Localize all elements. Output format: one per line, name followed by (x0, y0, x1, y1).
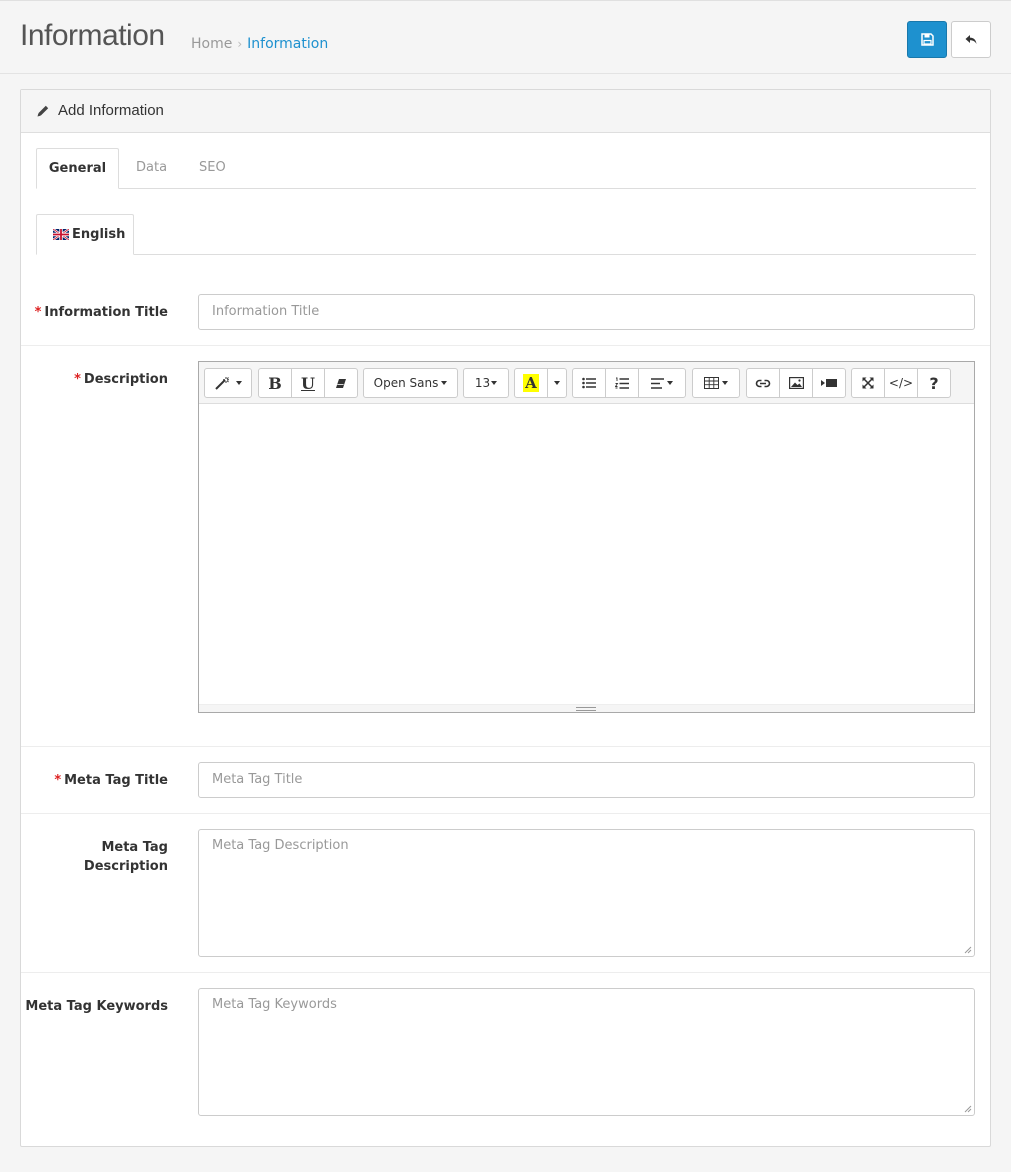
ordered-list-icon (615, 377, 629, 389)
page-header: Information Home › Information (0, 0, 1011, 74)
tab-data[interactable]: Data (136, 148, 167, 189)
resize-grip-icon (576, 707, 596, 711)
meta-description-textarea[interactable]: Meta Tag Description (198, 829, 975, 957)
add-information-panel: Add Information General Data SEO English… (20, 89, 991, 1147)
save-button[interactable] (907, 21, 947, 58)
table-icon (704, 377, 719, 389)
meta-title-form-group: * Meta Tag Title Meta Tag Title (21, 747, 990, 814)
toolbar-table-group (692, 368, 740, 398)
video-icon (821, 379, 837, 387)
required-marker: * (34, 305, 42, 320)
insert-link-button[interactable] (746, 368, 780, 398)
tab-language-english[interactable]: English (36, 214, 134, 255)
toolbar-font-group: B U (258, 368, 358, 398)
insert-image-button[interactable] (779, 368, 813, 398)
help-button[interactable]: ? (917, 368, 951, 398)
paragraph-align-dropdown[interactable] (638, 368, 686, 398)
tab-seo[interactable]: SEO (199, 148, 229, 189)
breadcrumb-current-link[interactable]: Information (247, 36, 328, 52)
reply-arrow-icon (965, 35, 977, 44)
toolbar-para-group (572, 368, 686, 398)
back-button[interactable] (951, 21, 991, 58)
editor-resize-bar[interactable] (199, 704, 974, 712)
tab-general[interactable]: General (36, 148, 119, 189)
toolbar-style-group (204, 368, 252, 398)
information-title-input[interactable]: Information Title (198, 294, 975, 330)
uk-flag-icon (53, 229, 69, 240)
resize-grip-icon[interactable] (963, 945, 972, 954)
underline-button[interactable]: U (291, 368, 325, 398)
bold-button[interactable]: B (258, 368, 292, 398)
fullscreen-icon (862, 377, 874, 389)
link-icon (755, 379, 771, 387)
code-view-button[interactable]: </> (884, 368, 918, 398)
editor-toolbar: B U Open Sans 13 A </> ? (199, 362, 974, 404)
font-size-dropdown[interactable]: 13 (463, 368, 509, 398)
panel-title: Add Information (58, 102, 164, 119)
meta-keywords-textarea[interactable]: Meta Tag Keywords (198, 988, 975, 1116)
meta-description-label: Meta Tag Description (83, 840, 168, 874)
breadcrumb-home-link[interactable]: Home (191, 36, 232, 52)
meta-title-label: * Meta Tag Title (54, 773, 168, 788)
font-color-button[interactable]: A (514, 368, 548, 398)
main-tabs: General Data SEO (36, 148, 976, 189)
fullscreen-button[interactable] (851, 368, 885, 398)
toolbar-view-group: </> ? (851, 368, 951, 398)
toolbar-insert-group (746, 368, 846, 398)
insert-video-button[interactable] (812, 368, 846, 398)
meta-description-placeholder: Meta Tag Description (212, 838, 349, 853)
clear-format-button[interactable] (324, 368, 358, 398)
toolbar-color-group: A (514, 368, 567, 398)
picture-icon (788, 377, 804, 389)
font-family-dropdown[interactable]: Open Sans (363, 368, 458, 398)
page-title: Information (20, 19, 165, 52)
description-editor: B U Open Sans 13 A </> ? (198, 361, 975, 713)
panel-heading: Add Information (21, 90, 990, 133)
unordered-list-button[interactable] (572, 368, 606, 398)
meta-title-input[interactable]: Meta Tag Title (198, 762, 975, 798)
eraser-icon (336, 378, 346, 388)
font-color-dropdown[interactable] (547, 368, 567, 398)
meta-description-form-group: Meta Tag Description Meta Tag Descriptio… (21, 814, 990, 973)
resize-grip-icon[interactable] (963, 1104, 972, 1113)
required-marker: * (54, 773, 62, 788)
style-button[interactable] (204, 368, 252, 398)
align-left-icon (651, 377, 664, 389)
title-form-group: * Information Title Information Title (21, 279, 990, 346)
description-form-group: * Description B U Open Sans 13 A </> ? (21, 346, 990, 747)
language-tabs: English (36, 214, 976, 255)
breadcrumb-separator: › (237, 37, 243, 51)
language-label: English (72, 227, 126, 242)
pencil-icon (37, 105, 49, 117)
toolbar-fontsize-group: 13 (463, 368, 509, 398)
table-dropdown[interactable] (692, 368, 740, 398)
toolbar-fontname-group: Open Sans (363, 368, 458, 398)
title-label: * Information Title (34, 305, 168, 320)
required-marker: * (74, 372, 81, 387)
ordered-list-button[interactable] (605, 368, 639, 398)
breadcrumb: Home › Information (191, 36, 328, 52)
font-color-icon: A (523, 374, 539, 392)
meta-keywords-form-group: Meta Tag Keywords Meta Tag Keywords (21, 973, 990, 1132)
unordered-list-icon (582, 377, 596, 389)
meta-keywords-placeholder: Meta Tag Keywords (212, 997, 337, 1012)
floppy-disk-icon (920, 33, 934, 46)
magic-wand-icon (214, 377, 229, 390)
description-editable-area[interactable] (199, 404, 974, 704)
description-label: * Description (74, 372, 168, 387)
meta-keywords-label: Meta Tag Keywords (25, 999, 168, 1014)
